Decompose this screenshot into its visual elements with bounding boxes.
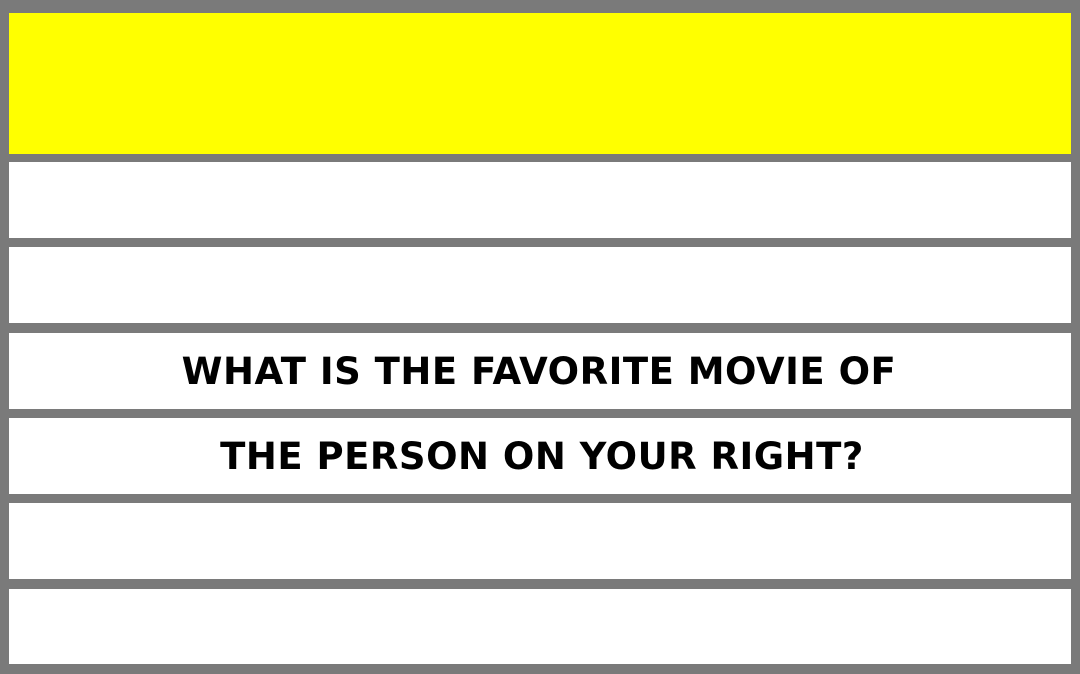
question-card: WHAT IS THE FAVORITE MOVIE OF THE PERSON…: [0, 0, 1080, 674]
header-band: [9, 13, 1071, 154]
card-line-5: [9, 503, 1071, 579]
card-line-4: THE PERSON ON YOUR RIGHT?: [9, 418, 1071, 494]
card-line-3: WHAT IS THE FAVORITE MOVIE OF: [9, 333, 1071, 409]
question-line-1: WHAT IS THE FAVORITE MOVIE OF: [181, 349, 897, 393]
card-line-1: [9, 162, 1071, 238]
question-line-2: THE PERSON ON YOUR RIGHT?: [220, 434, 864, 478]
card-line-6: [9, 589, 1071, 664]
card-line-2: [9, 247, 1071, 323]
